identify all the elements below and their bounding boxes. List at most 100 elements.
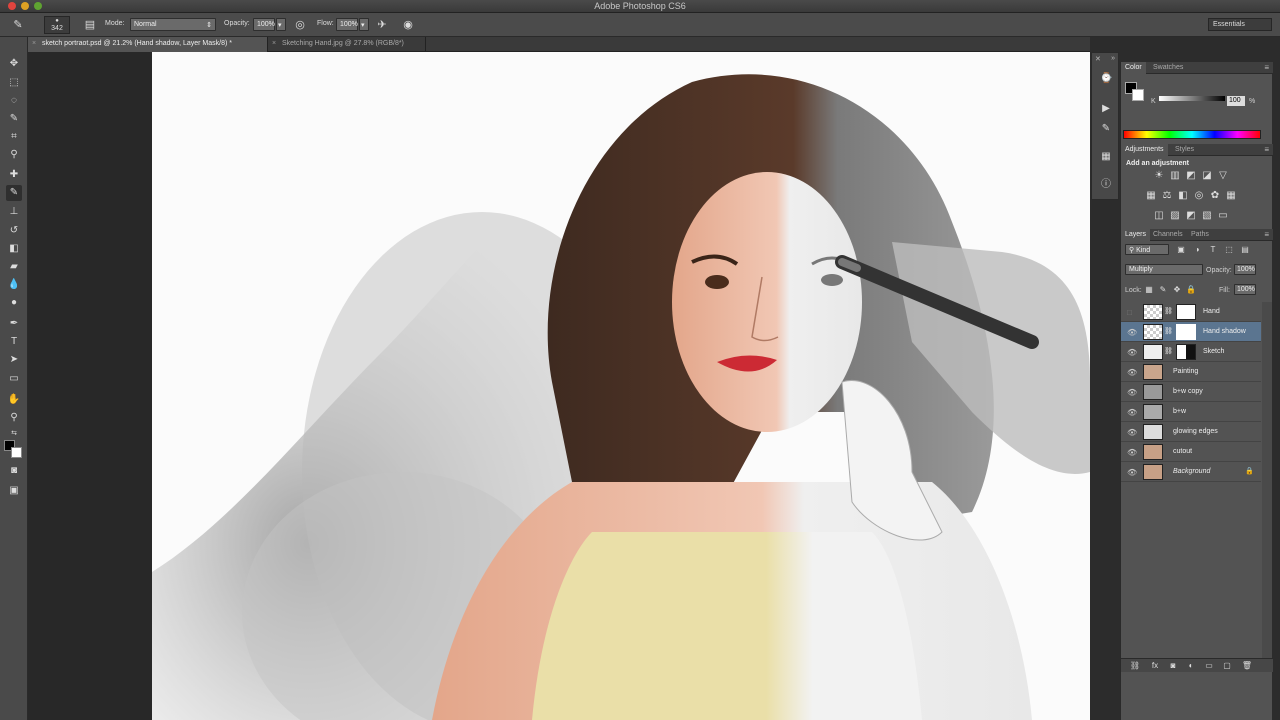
threshold-icon[interactable]: ◩ xyxy=(1185,210,1197,222)
trash-icon[interactable]: 🗑 xyxy=(1241,660,1253,672)
vibrance-icon[interactable]: ▽ xyxy=(1217,170,1229,182)
layer-style-icon[interactable]: fx xyxy=(1149,660,1161,672)
layer-mask-thumbnail[interactable] xyxy=(1176,304,1196,320)
pressure-opacity-icon[interactable]: ◎ xyxy=(292,17,308,33)
fill-input[interactable]: 100% xyxy=(1234,284,1256,295)
quick-mask-icon[interactable]: ◙ xyxy=(6,463,22,479)
lasso-icon[interactable]: ◌ xyxy=(6,93,22,109)
eye-icon[interactable]: 👁 xyxy=(1127,408,1137,417)
layer-row-hand[interactable]: □ ⛓ Hand xyxy=(1121,302,1261,322)
black-white-icon[interactable]: ◧ xyxy=(1177,190,1189,202)
color-lookup-icon[interactable]: ▦ xyxy=(1225,190,1237,202)
path-select-icon[interactable]: ➤ xyxy=(6,352,22,368)
hue-saturation-icon[interactable]: ▦ xyxy=(1145,190,1157,202)
brush-tool-preset-icon[interactable]: ✎ xyxy=(10,17,26,33)
filter-pixel-icon[interactable]: ▣ xyxy=(1175,244,1187,256)
brightness-icon[interactable]: ☀ xyxy=(1153,170,1165,182)
airbrush-icon[interactable]: ✈ xyxy=(374,17,390,33)
flow-dropdown[interactable]: ▾ xyxy=(359,18,369,31)
channel-mixer-icon[interactable]: ✿ xyxy=(1209,190,1221,202)
new-layer-icon[interactable]: ▢ xyxy=(1221,660,1233,672)
filter-shape-icon[interactable]: ⬚ xyxy=(1223,244,1235,256)
eye-icon[interactable]: 👁 xyxy=(1127,468,1137,477)
eye-icon[interactable]: 👁 xyxy=(1127,428,1137,437)
color-balance-icon[interactable]: ⚖ xyxy=(1161,190,1173,202)
new-group-icon[interactable]: ▭ xyxy=(1203,660,1215,672)
gradient-map-icon[interactable]: ▧ xyxy=(1201,210,1213,222)
eye-icon[interactable]: 👁 xyxy=(1127,388,1137,397)
layer-row-background[interactable]: 👁 Background 🔒 xyxy=(1121,462,1261,482)
background-color-swatch[interactable] xyxy=(11,447,22,458)
blur-icon[interactable]: 💧 xyxy=(6,277,22,293)
crop-icon[interactable]: ⌗ xyxy=(6,129,22,145)
brush-panel-toggle-icon[interactable]: ▤ xyxy=(82,17,98,33)
tab-layers[interactable]: Layers xyxy=(1121,229,1151,241)
lock-image-icon[interactable]: ✎ xyxy=(1157,284,1169,296)
layer-mask-thumbnail[interactable] xyxy=(1176,324,1196,340)
visibility-toggle[interactable]: □ xyxy=(1127,308,1136,317)
layer-row-painting[interactable]: 👁 Painting xyxy=(1121,362,1261,382)
eye-icon[interactable]: 👁 xyxy=(1127,448,1137,457)
history-panel-icon[interactable]: ⌚ xyxy=(1100,73,1112,85)
healing-icon[interactable]: ✚ xyxy=(6,167,22,183)
zoom-icon[interactable]: ⚲ xyxy=(6,410,22,426)
close-icon[interactable]: × xyxy=(32,40,36,47)
doc-tab-sketching-hand[interactable]: × Sketching Hand.jpg @ 27.8% (RGB/8*) xyxy=(268,37,426,52)
flow-input[interactable]: 100% xyxy=(336,18,358,31)
lock-position-icon[interactable]: ✥ xyxy=(1171,284,1183,296)
eye-icon[interactable]: 👁 xyxy=(1127,348,1137,357)
k-slider[interactable] xyxy=(1159,96,1225,101)
shape-icon[interactable]: ▭ xyxy=(6,371,22,387)
filter-adjustment-icon[interactable]: ◑ xyxy=(1191,244,1203,256)
filter-type-icon[interactable]: T xyxy=(1207,244,1219,256)
actions-panel-icon[interactable]: ▶ xyxy=(1100,103,1112,115)
color-bg-swatch[interactable] xyxy=(1132,89,1144,101)
expand-icon[interactable]: » xyxy=(1111,55,1115,62)
layer-row-glowing-edges[interactable]: 👁 glowing edges xyxy=(1121,422,1261,442)
properties-panel-icon[interactable]: ▦ xyxy=(1100,151,1112,163)
tab-color[interactable]: Color xyxy=(1121,62,1146,74)
layer-row-bw[interactable]: 👁 b+w xyxy=(1121,402,1261,422)
photo-filter-icon[interactable]: ◎ xyxy=(1193,190,1205,202)
exposure-icon[interactable]: ◪ xyxy=(1201,170,1213,182)
gradient-icon[interactable]: ▰ xyxy=(6,259,22,275)
tab-channels[interactable]: Channels xyxy=(1149,229,1187,241)
opacity-dropdown[interactable]: ▾ xyxy=(276,18,286,31)
brush-presets-panel-icon[interactable]: ✎ xyxy=(1100,123,1112,135)
eraser-icon[interactable]: ◧ xyxy=(6,241,22,257)
lock-icon[interactable]: 🔒 xyxy=(1185,284,1197,296)
new-adjustment-layer-icon[interactable]: ◐ xyxy=(1185,660,1197,672)
layer-row-hand-shadow[interactable]: 👁 ⛓ Hand shadow xyxy=(1121,322,1261,342)
posterize-icon[interactable]: ▨ xyxy=(1169,210,1181,222)
doc-tab-sketch-portrait[interactable]: × sketch portraot.psd @ 21.2% (Hand shado… xyxy=(28,37,268,52)
layer-row-sketch[interactable]: 👁 ⛓ Sketch xyxy=(1121,342,1261,362)
layer-mask-thumbnail[interactable] xyxy=(1176,344,1196,360)
eye-icon[interactable]: 👁 xyxy=(1127,328,1137,337)
collapse-icon[interactable]: ✕ xyxy=(1095,55,1101,63)
layer-opacity-input[interactable]: 100% xyxy=(1234,264,1256,275)
mode-select[interactable]: Normal ⇕ xyxy=(130,18,216,31)
brush-size-picker[interactable]: ● 342 xyxy=(44,16,70,34)
tab-styles[interactable]: Styles xyxy=(1171,144,1198,156)
selective-color-icon[interactable]: ▭ xyxy=(1217,210,1229,222)
panel-menu-icon[interactable]: ≡ xyxy=(1264,230,1269,239)
move-icon[interactable]: ✥ xyxy=(6,56,22,72)
tab-swatches[interactable]: Swatches xyxy=(1149,62,1187,74)
panel-menu-icon[interactable]: ≡ xyxy=(1264,63,1269,72)
opacity-input[interactable]: 100% xyxy=(253,18,275,31)
pen-icon[interactable]: ✒ xyxy=(6,316,22,332)
layer-row-cutout[interactable]: 👁 cutout xyxy=(1121,442,1261,462)
lock-transparent-icon[interactable]: ▦ xyxy=(1143,284,1155,296)
levels-icon[interactable]: ▥ xyxy=(1169,170,1181,182)
layer-row-bw-copy[interactable]: 👁 b+w copy xyxy=(1121,382,1261,402)
quick-select-icon[interactable]: ✎ xyxy=(6,111,22,127)
link-layers-icon[interactable]: ⛓ xyxy=(1129,660,1141,672)
eyedropper-icon[interactable]: ⚲ xyxy=(6,147,22,163)
close-icon[interactable]: × xyxy=(272,40,276,47)
invert-icon[interactable]: ◫ xyxy=(1153,210,1165,222)
layer-filter-kind-select[interactable]: ⚲ Kind xyxy=(1125,244,1169,255)
brush-icon[interactable]: ✎ xyxy=(6,185,22,201)
curves-icon[interactable]: ◩ xyxy=(1185,170,1197,182)
stamp-icon[interactable]: ⊥ xyxy=(6,204,22,220)
history-brush-icon[interactable]: ↺ xyxy=(6,223,22,239)
